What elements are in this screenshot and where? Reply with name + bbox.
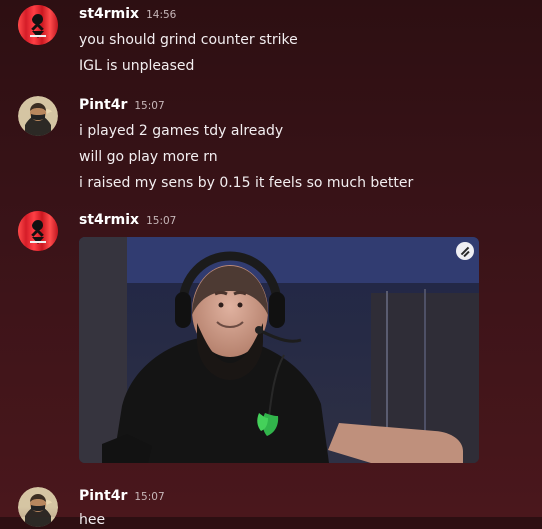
message-content: st4rmix 15:07 xyxy=(79,211,509,463)
timestamp[interactable]: 15:07 xyxy=(134,97,164,115)
message-header: Pint4r 15:07 xyxy=(79,96,509,114)
gif-badge-icon[interactable] xyxy=(456,242,474,260)
message-header: Pint4r 15:07 xyxy=(79,487,509,505)
video-frame-image xyxy=(79,237,479,463)
username[interactable]: st4rmix xyxy=(79,5,139,23)
avatar-image xyxy=(18,5,58,45)
message-text: you should grind counter strike xyxy=(79,32,298,48)
message-text: IGL is unpleased xyxy=(79,58,195,74)
message-text: will go play more rn xyxy=(79,149,218,165)
message-header: st4rmix 15:07 xyxy=(79,211,509,229)
timestamp[interactable]: 15:07 xyxy=(134,488,164,506)
message-content: st4rmix 14:56 you should grind counter s… xyxy=(79,5,509,75)
timestamp[interactable]: 14:56 xyxy=(146,6,176,24)
username[interactable]: st4rmix xyxy=(79,211,139,229)
username[interactable]: Pint4r xyxy=(79,96,127,114)
avatar[interactable] xyxy=(18,487,58,527)
message-attachment-image[interactable] xyxy=(79,237,479,463)
message-content: Pint4r 15:07 hee xyxy=(79,487,509,529)
avatar-image xyxy=(18,96,58,136)
message-text: i raised my sens by 0.15 it feels so muc… xyxy=(79,175,414,191)
message-header: st4rmix 14:56 xyxy=(79,5,509,23)
avatar[interactable] xyxy=(18,96,58,136)
avatar-image xyxy=(18,487,58,527)
timestamp[interactable]: 15:07 xyxy=(146,212,176,230)
message-text: hee xyxy=(79,512,106,528)
avatar-image xyxy=(18,211,58,251)
avatar[interactable] xyxy=(18,211,58,251)
avatar[interactable] xyxy=(18,5,58,45)
chat-message-list: st4rmix 14:56 you should grind counter s… xyxy=(0,0,542,528)
message-content: Pint4r 15:07 i played 2 games tdy alread… xyxy=(79,96,509,192)
message-text: i played 2 games tdy already xyxy=(79,123,284,139)
username[interactable]: Pint4r xyxy=(79,487,127,505)
